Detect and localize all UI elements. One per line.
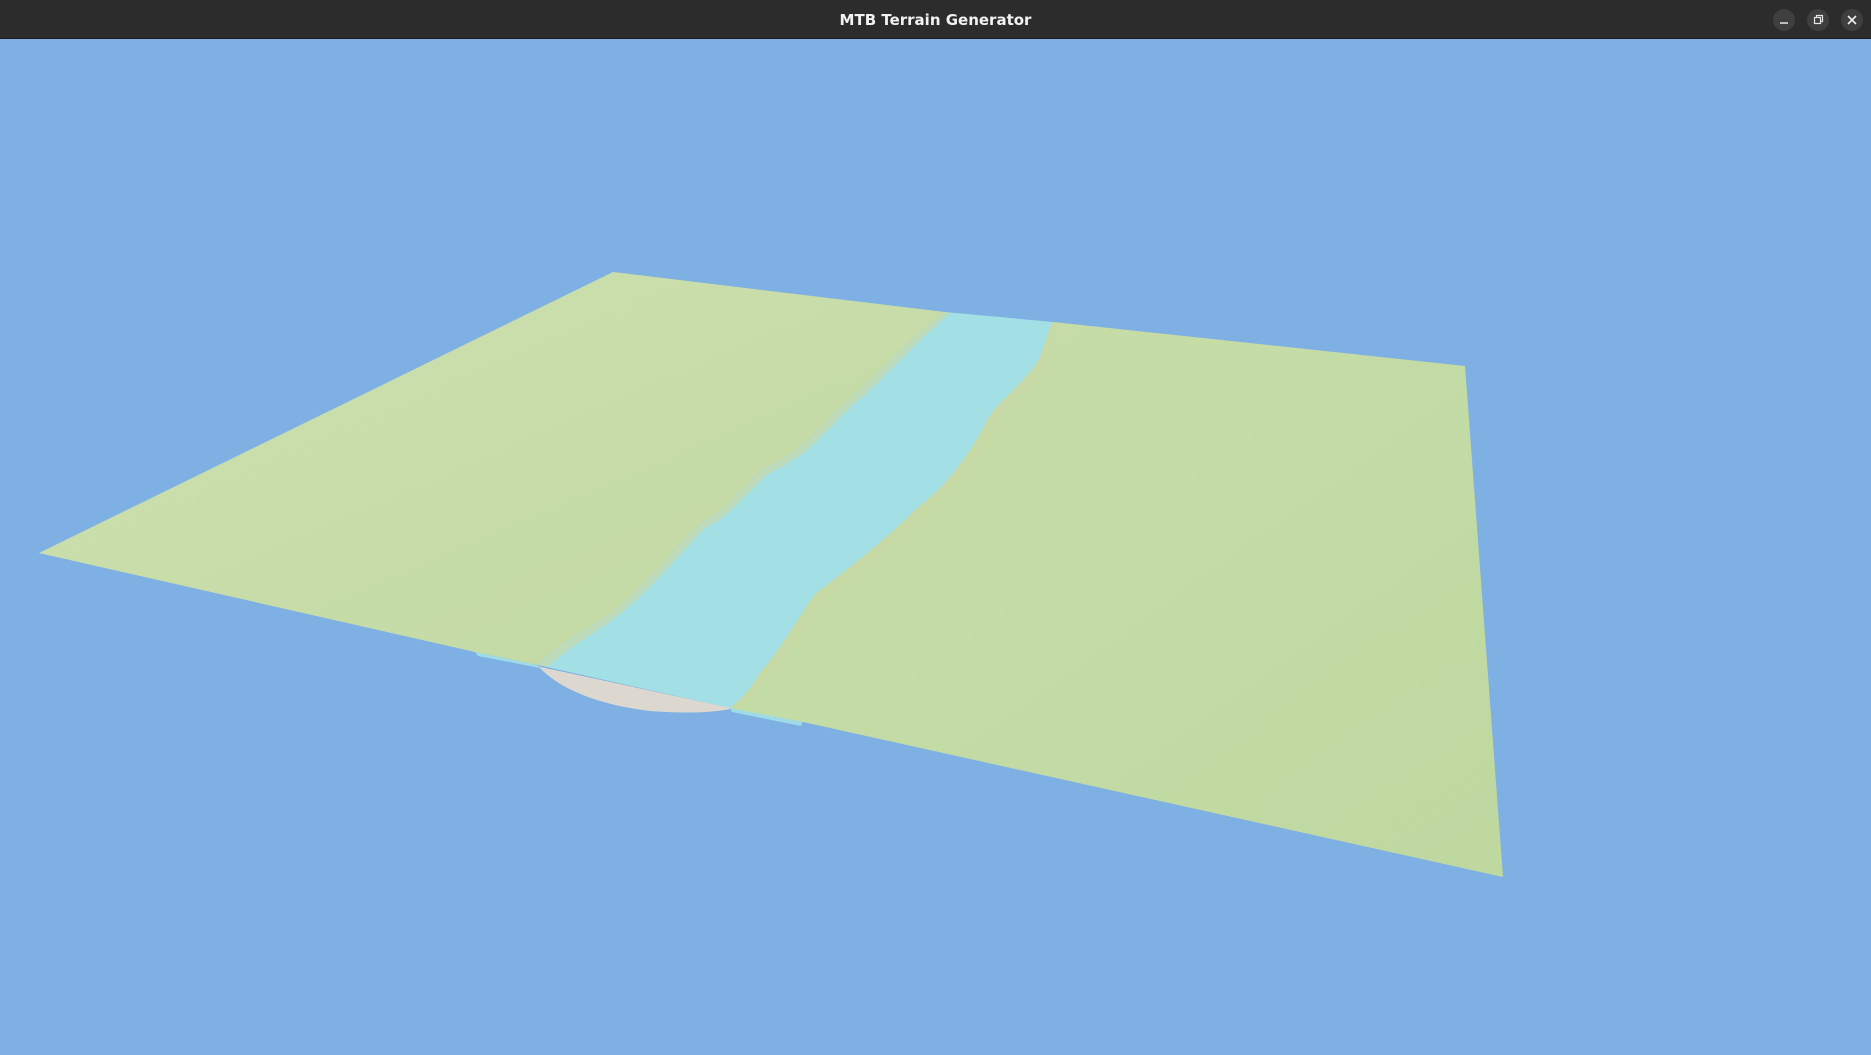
3d-viewport[interactable] <box>0 39 1871 1055</box>
close-button[interactable] <box>1841 9 1863 31</box>
minimize-button[interactable] <box>1773 9 1795 31</box>
close-icon <box>1847 15 1857 25</box>
title-bar[interactable]: MTB Terrain Generator <box>0 0 1871 39</box>
restore-icon <box>1813 14 1824 25</box>
maximize-button[interactable] <box>1807 9 1829 31</box>
app-window: MTB Terrain Generator <box>0 0 1871 1055</box>
window-title: MTB Terrain Generator <box>839 11 1032 29</box>
minimize-icon <box>1780 22 1788 24</box>
terrain-render <box>39 272 1503 877</box>
